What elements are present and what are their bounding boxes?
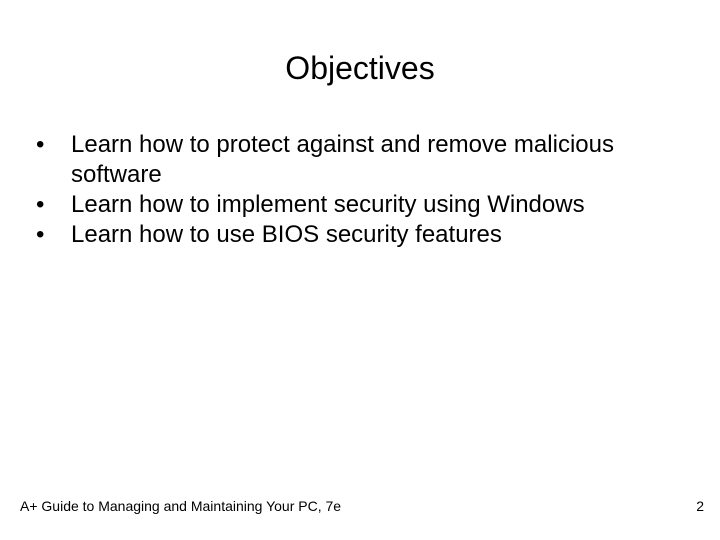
bullet-item: • Learn how to protect against and remov…	[36, 130, 686, 190]
bullet-item: • Learn how to use BIOS security feature…	[36, 220, 686, 250]
bullet-text: Learn how to protect against and remove …	[71, 131, 614, 188]
bullet-list: • Learn how to protect against and remov…	[36, 130, 686, 250]
slide-title: Objectives	[285, 50, 435, 86]
bullet-icon: •	[36, 221, 45, 248]
bullet-item: • Learn how to implement security using …	[36, 190, 686, 220]
page-number: 2	[696, 498, 704, 514]
bullet-text: Learn how to use BIOS security features	[71, 221, 502, 248]
footer-text: A+ Guide to Managing and Maintaining You…	[20, 498, 342, 514]
bullet-text: Learn how to implement security using Wi…	[71, 191, 585, 218]
bullet-icon: •	[36, 191, 45, 218]
bullet-icon: •	[36, 131, 45, 158]
